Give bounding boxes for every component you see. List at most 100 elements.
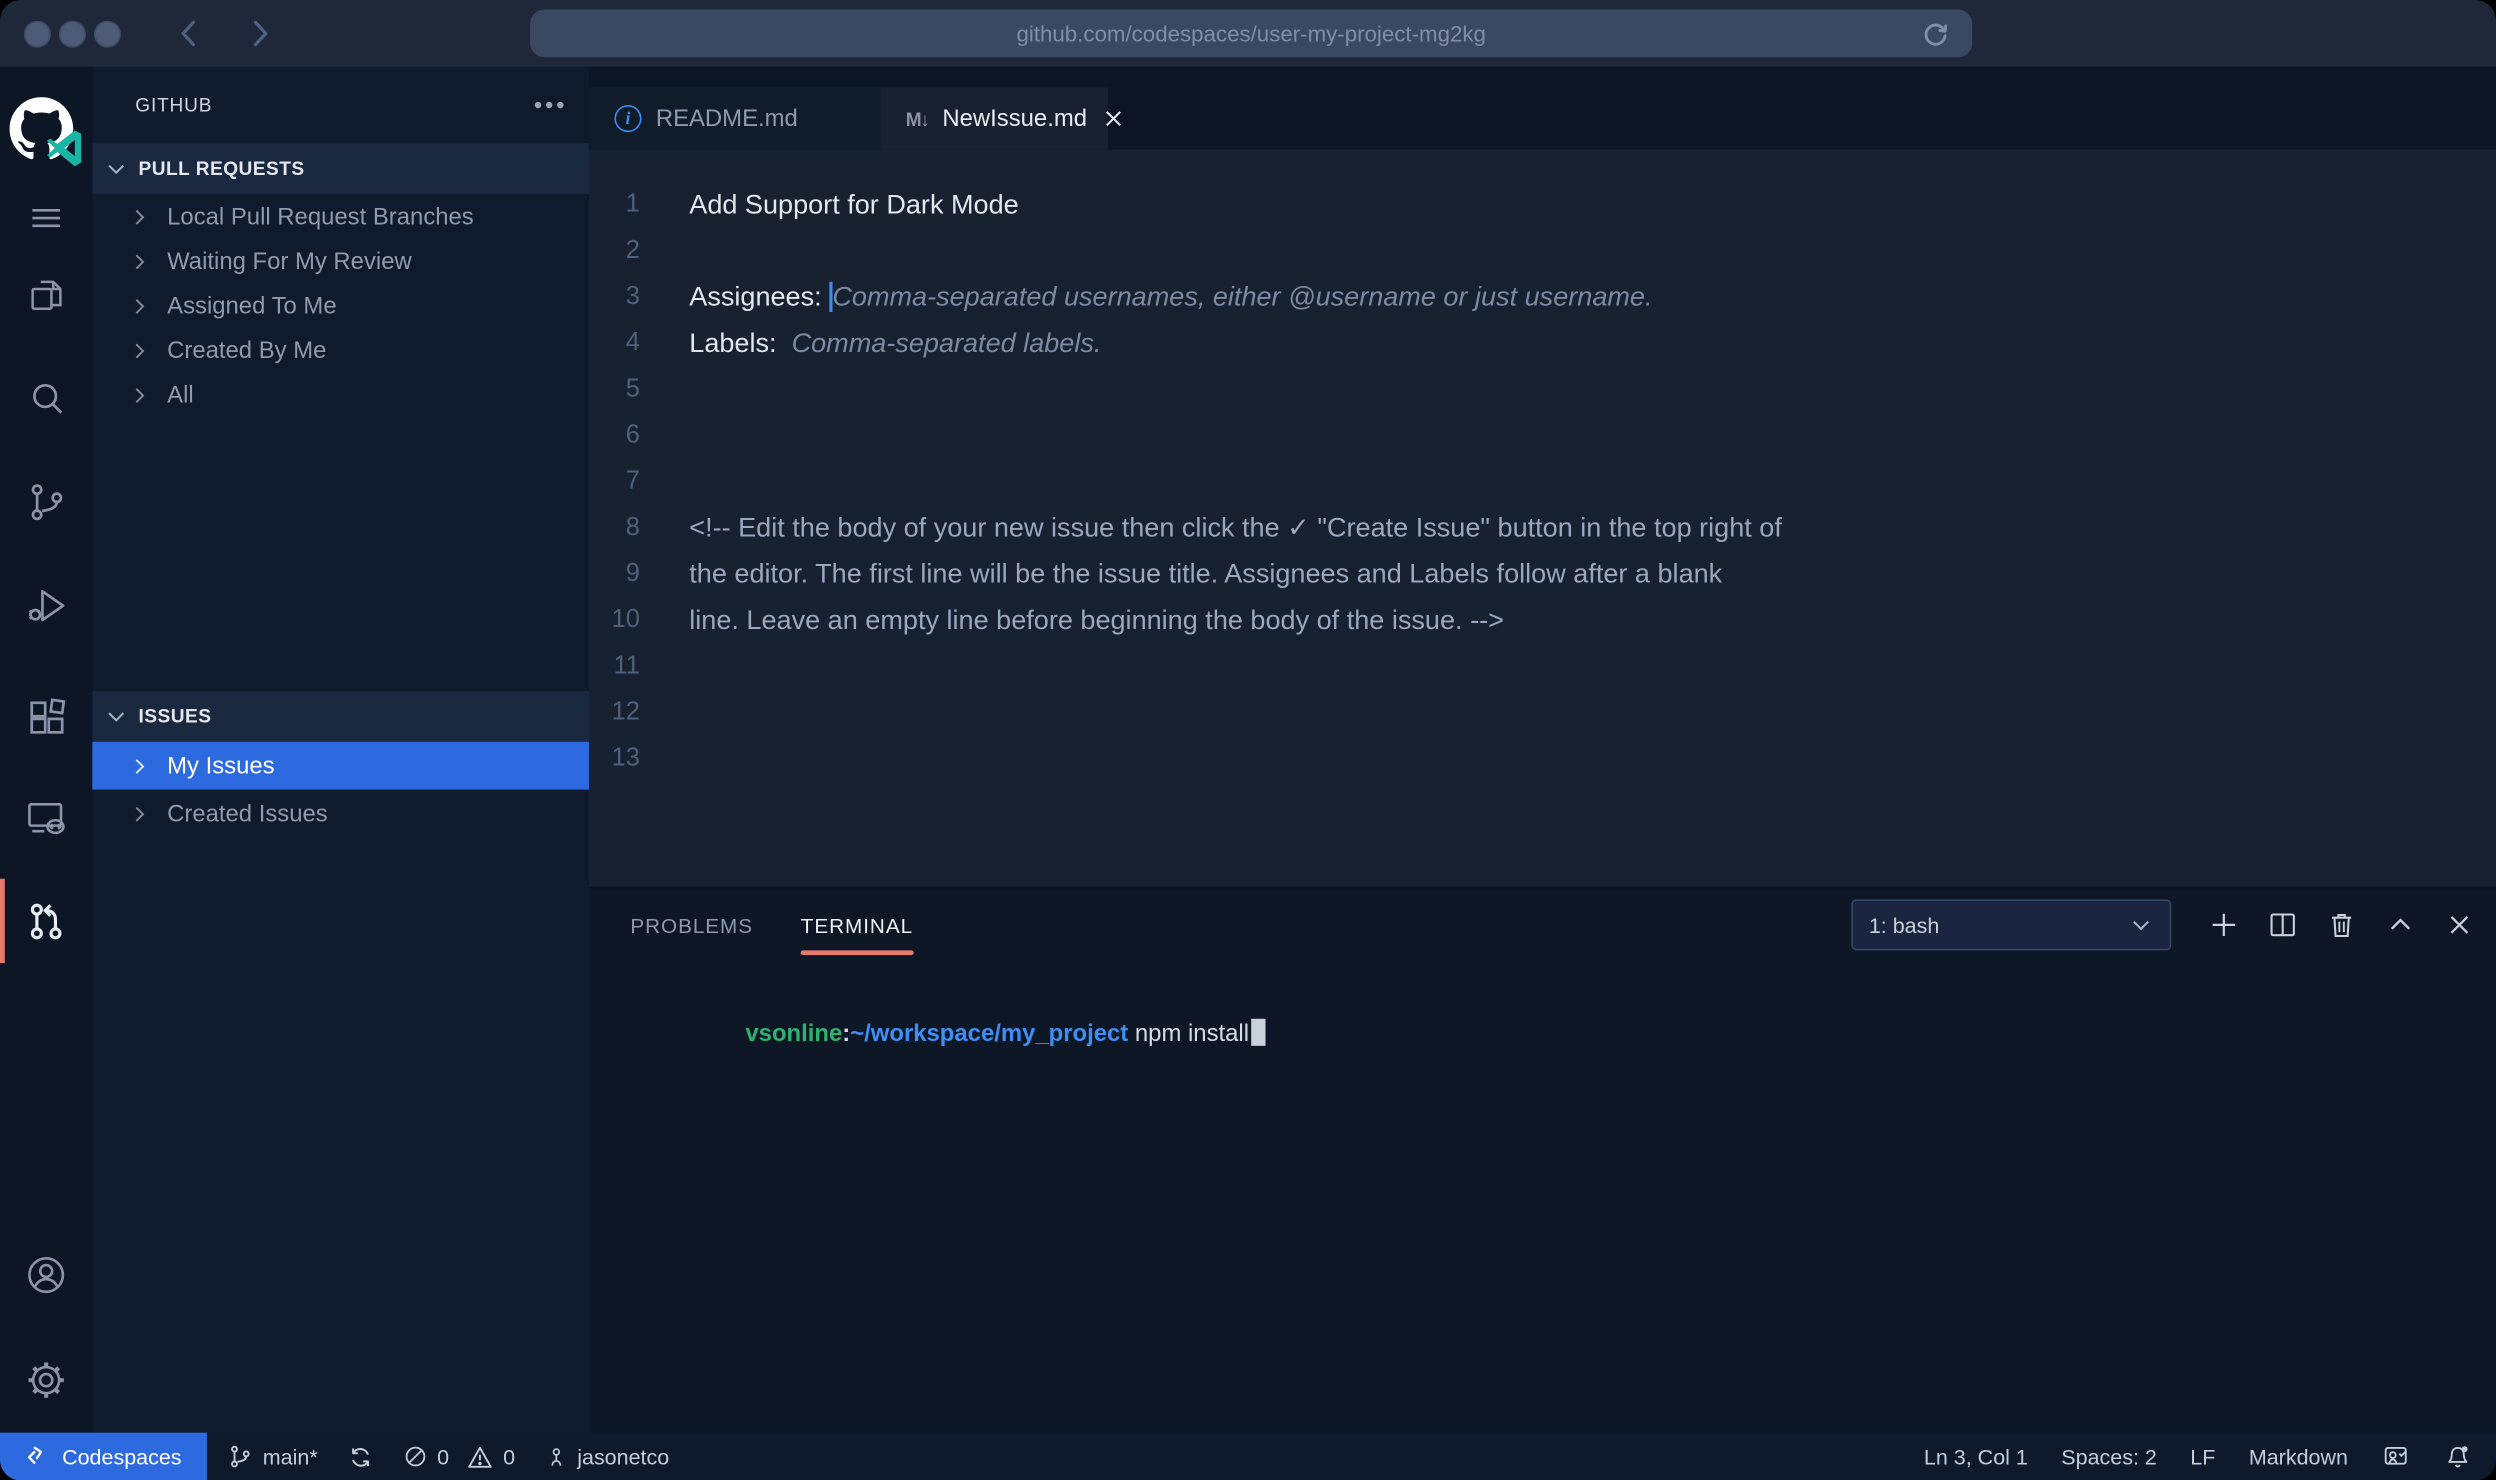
line-number: 1 bbox=[589, 181, 640, 227]
user-label: jasonetco bbox=[577, 1445, 669, 1469]
tab-label: NewIssue.md bbox=[942, 105, 1087, 132]
sidebar-item-assigned-to-me[interactable]: Assigned To Me bbox=[92, 283, 589, 328]
sidebar-item-label: All bbox=[167, 381, 194, 408]
line-number: 5 bbox=[589, 366, 640, 412]
forward-icon[interactable] bbox=[242, 16, 277, 51]
window-close-button[interactable] bbox=[24, 20, 51, 47]
branch-label: main* bbox=[263, 1445, 318, 1469]
pull-requests-list: Local Pull Request Branches Waiting For M… bbox=[92, 194, 589, 417]
warning-count: 0 bbox=[503, 1445, 515, 1469]
code-line[interactable] bbox=[640, 735, 689, 781]
terminal-cursor bbox=[1251, 1019, 1265, 1046]
line-number: 9 bbox=[589, 551, 640, 597]
code-line[interactable] bbox=[640, 643, 689, 689]
code-line[interactable] bbox=[640, 412, 689, 458]
code-line[interactable]: <!-- Edit the body of your new issue the… bbox=[640, 505, 1782, 551]
section-header-issues[interactable]: ISSUES bbox=[92, 691, 589, 742]
branch-status-item[interactable]: main* bbox=[228, 1444, 318, 1469]
code-line[interactable]: line. Leave an empty line before beginni… bbox=[640, 597, 1504, 643]
terminal-output[interactable]: vsonline:~/workspace/my_project npm inst… bbox=[589, 961, 2496, 1087]
code-line[interactable] bbox=[640, 689, 689, 735]
eol-status-item[interactable]: LF bbox=[2190, 1445, 2215, 1469]
sidebar-item-my-issues[interactable]: My Issues bbox=[92, 742, 589, 790]
menu-icon[interactable] bbox=[0, 197, 92, 238]
editor-content[interactable]: 1Add Support for Dark Mode23Assignees: C… bbox=[589, 150, 2496, 887]
codespaces-status-item[interactable]: Codespaces bbox=[0, 1433, 207, 1480]
prompt-path: ~/workspace/my_project bbox=[850, 1020, 1128, 1047]
notifications-status-item[interactable] bbox=[2443, 1442, 2472, 1471]
remote-explorer-icon[interactable] bbox=[0, 796, 92, 841]
source-control-icon[interactable] bbox=[0, 481, 92, 524]
close-panel-icon[interactable] bbox=[2443, 909, 2475, 941]
line-number: 4 bbox=[589, 320, 640, 366]
sidebar-item-created-by-me[interactable]: Created By Me bbox=[92, 328, 589, 373]
sidebar-title: GITHUB bbox=[135, 94, 212, 116]
sidebar-item-all[interactable]: All bbox=[92, 372, 589, 417]
editor-zone: i README.md M↓ NewIssue.md 1Add Support … bbox=[589, 67, 2496, 1433]
section-header-pull-requests[interactable]: PULL REQUESTS bbox=[92, 143, 589, 194]
kill-terminal-icon[interactable] bbox=[2326, 909, 2358, 941]
account-icon[interactable] bbox=[0, 1253, 92, 1298]
debug-icon[interactable] bbox=[0, 584, 92, 627]
markdown-icon: M↓ bbox=[906, 107, 928, 129]
prompt-user: vsonline bbox=[745, 1020, 842, 1047]
sidebar-item-label: Waiting For My Review bbox=[167, 248, 412, 275]
code-segment: Labels: bbox=[689, 328, 791, 358]
editor-tab-bar: i README.md M↓ NewIssue.md bbox=[589, 67, 2496, 150]
language-mode-status-item[interactable]: Markdown bbox=[2249, 1445, 2348, 1469]
window-controls[interactable] bbox=[24, 20, 121, 47]
code-line[interactable]: Assignees: Comma-separated usernames, ei… bbox=[640, 274, 1653, 320]
code-segment: the editor. The first line will be the i… bbox=[689, 559, 1722, 589]
extensions-icon[interactable] bbox=[0, 696, 92, 739]
more-actions-icon[interactable] bbox=[535, 102, 564, 108]
tab-terminal[interactable]: TERMINAL bbox=[801, 888, 913, 961]
split-terminal-icon[interactable] bbox=[2267, 909, 2299, 941]
chevron-down-icon bbox=[2128, 912, 2153, 937]
feedback-status-item[interactable] bbox=[2381, 1442, 2410, 1471]
code-line[interactable] bbox=[640, 458, 689, 504]
problems-status-item[interactable]: 0 0 bbox=[402, 1443, 515, 1470]
sidebar-github-pane: GITHUB PULL REQUESTS Local Pull Request … bbox=[92, 67, 589, 1433]
code-line[interactable]: Add Support for Dark Mode bbox=[640, 181, 1019, 227]
bell-icon bbox=[2443, 1442, 2472, 1471]
tab-readme[interactable]: i README.md bbox=[589, 88, 880, 150]
line-number: 13 bbox=[589, 735, 640, 781]
address-bar[interactable]: github.com/codespaces/user-my-project-mg… bbox=[530, 10, 1972, 58]
sync-status-item[interactable] bbox=[346, 1443, 373, 1470]
sidebar-item-created-issues[interactable]: Created Issues bbox=[92, 790, 589, 838]
search-icon[interactable] bbox=[0, 377, 92, 420]
close-icon[interactable] bbox=[1101, 107, 1125, 131]
maximize-panel-icon[interactable] bbox=[2385, 909, 2417, 941]
section-label: PULL REQUESTS bbox=[138, 158, 304, 180]
cursor-position-status-item[interactable]: Ln 3, Col 1 bbox=[1924, 1445, 2028, 1469]
code-line[interactable] bbox=[640, 228, 689, 274]
chevron-down-icon bbox=[103, 704, 128, 729]
sidebar-item-label: Created Issues bbox=[167, 800, 328, 827]
code-line[interactable] bbox=[640, 366, 689, 412]
sidebar-item-local-pull-request-branches[interactable]: Local Pull Request Branches bbox=[92, 194, 589, 239]
tab-newissue[interactable]: M↓ NewIssue.md bbox=[880, 88, 1108, 150]
back-icon[interactable] bbox=[172, 16, 207, 51]
reload-icon[interactable] bbox=[1920, 18, 1952, 50]
sidebar-header: GITHUB bbox=[92, 67, 589, 143]
settings-gear-icon[interactable] bbox=[0, 1358, 92, 1403]
activity-bar bbox=[0, 67, 92, 1433]
sidebar-item-label: Assigned To Me bbox=[167, 292, 336, 319]
code-line[interactable]: Labels: Comma-separated labels. bbox=[640, 320, 1102, 366]
terminal-shell-select[interactable]: 1: bash bbox=[1851, 899, 2171, 950]
chevron-right-icon bbox=[127, 249, 151, 273]
user-status-item[interactable]: jasonetco bbox=[544, 1445, 669, 1469]
tab-problems[interactable]: PROBLEMS bbox=[630, 888, 753, 961]
window-zoom-button[interactable] bbox=[94, 20, 121, 47]
code-line[interactable]: the editor. The first line will be the i… bbox=[640, 551, 1722, 597]
new-terminal-icon[interactable] bbox=[2208, 909, 2240, 941]
bottom-panel: PROBLEMS TERMINAL 1: bash vsonline:~/wor… bbox=[589, 887, 2496, 1433]
indentation-status-item[interactable]: Spaces: 2 bbox=[2061, 1445, 2157, 1469]
sidebar-item-waiting-for-my-review[interactable]: Waiting For My Review bbox=[92, 239, 589, 284]
code-segment: Assignees: bbox=[689, 282, 829, 312]
explorer-icon[interactable] bbox=[0, 274, 92, 317]
github-pull-request-icon[interactable] bbox=[0, 899, 92, 944]
line-number: 11 bbox=[589, 643, 640, 689]
status-bar: Codespaces main* 0 0 jasonetco Ln 3, Col… bbox=[0, 1433, 2496, 1480]
window-minimize-button[interactable] bbox=[59, 20, 86, 47]
